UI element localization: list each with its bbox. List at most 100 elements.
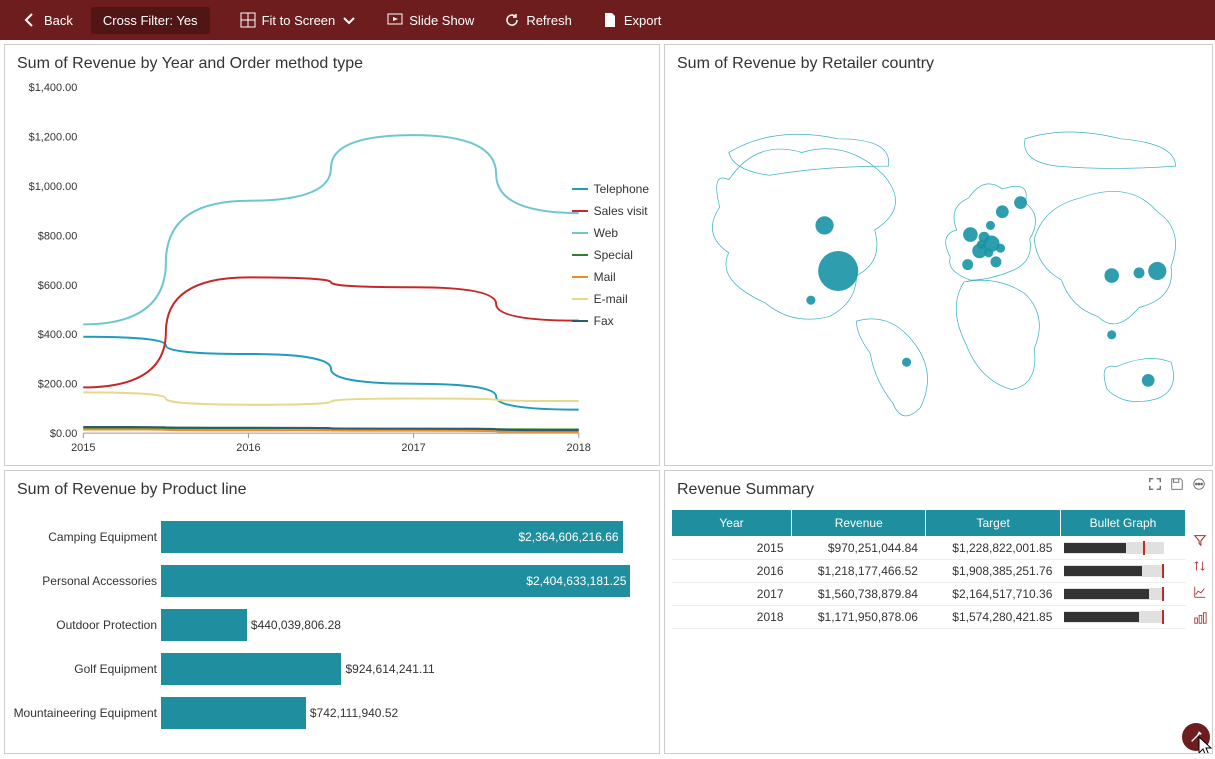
table-row[interactable]: 2016 $1,218,177,466.52 $1,908,385,251.76 [672, 560, 1186, 583]
cell-revenue: $970,251,044.84 [792, 537, 926, 560]
fit-screen-icon [240, 12, 256, 28]
more-icon[interactable] [1192, 477, 1206, 491]
panel-revenue-summary: Revenue Summary YearRevenueTargetBullet … [664, 470, 1213, 754]
chevron-left-icon [22, 12, 38, 28]
svg-text:2018: 2018 [567, 442, 591, 454]
export-button[interactable]: Export [590, 6, 674, 34]
legend-item[interactable]: Sales visit [572, 204, 649, 218]
map-bubble[interactable]: Switzerland [984, 248, 993, 257]
legend-item[interactable]: Telephone [572, 182, 649, 196]
svg-text:$1,000.00: $1,000.00 [29, 181, 78, 193]
filter-icon[interactable] [1193, 533, 1207, 547]
map-bubble[interactable]: Austria [996, 244, 1005, 253]
bar-row[interactable]: Golf Equipment $924,614,241.11 [5, 647, 649, 691]
panel-revenue-by-product-line: Sum of Revenue by Product line Camping E… [4, 470, 660, 754]
map-bubble[interactable]: China [1104, 268, 1119, 283]
map-bubble[interactable]: Japan [1148, 262, 1166, 280]
cell-bullet [1060, 583, 1185, 606]
cell-bullet [1060, 606, 1185, 629]
bar-category-label: Camping Equipment [5, 530, 161, 544]
slideshow-label: Slide Show [409, 13, 474, 28]
legend-label: Sales visit [594, 204, 648, 218]
bar-value-label: $2,364,606,216.66 [518, 530, 618, 544]
bar-row[interactable]: Outdoor Protection $440,039,806.28 [5, 603, 649, 647]
save-icon[interactable] [1170, 477, 1184, 491]
legend-item[interactable]: Mail [572, 270, 649, 284]
chart-bar-icon[interactable] [1193, 611, 1207, 625]
refresh-icon [504, 12, 520, 28]
dashboard-grid: Sum of Revenue by Year and Order method … [0, 40, 1215, 758]
panel-fab-button[interactable] [1182, 723, 1210, 751]
line-chart: $0.00$200.00$400.00$600.00$800.00$1,000.… [5, 77, 659, 465]
bar-chart-body[interactable]: Camping Equipment $2,364,606,216.66 Pers… [5, 503, 659, 753]
map-bubble[interactable]: Singapore [1107, 330, 1116, 339]
sort-icon[interactable] [1193, 559, 1207, 573]
map-bubble[interactable]: Canada [815, 216, 833, 234]
slide-show-button[interactable]: Slide Show [375, 6, 486, 34]
bar-value-label: $440,039,806.28 [251, 618, 341, 632]
map-bubble[interactable]: Italy [990, 256, 1001, 267]
table-header[interactable]: Target [926, 510, 1060, 537]
svg-text:2016: 2016 [236, 442, 260, 454]
panel-revenue-by-year-method: Sum of Revenue by Year and Order method … [4, 44, 660, 466]
fit-screen-label: Fit to Screen [262, 13, 336, 28]
map-bubble[interactable]: Finland [1014, 196, 1027, 209]
map-bubble[interactable]: United Kingdom [963, 227, 978, 242]
fit-to-screen-button[interactable]: Fit to Screen [228, 6, 370, 34]
legend-label: Special [594, 248, 633, 262]
table-header[interactable]: Bullet Graph [1060, 510, 1185, 537]
svg-text:2017: 2017 [401, 442, 425, 454]
bar-category-label: Personal Accessories [5, 574, 161, 588]
chart-line-icon[interactable] [1193, 585, 1207, 599]
table-body: YearRevenueTargetBullet Graph 2015 $970,… [665, 503, 1212, 753]
legend-item[interactable]: Special [572, 248, 649, 262]
bar-row[interactable]: Mountaineering Equipment $742,111,940.52 [5, 691, 649, 735]
maximize-icon[interactable] [1148, 477, 1162, 491]
map-bubble[interactable]: Belgium [977, 240, 986, 249]
table-header[interactable]: Revenue [792, 510, 926, 537]
map-bubble[interactable]: Australia [1142, 374, 1155, 387]
cell-year: 2016 [672, 560, 792, 583]
legend-label: E-mail [594, 292, 628, 306]
map-body[interactable]: United States Canada Mexico Brazil United Ki… [665, 77, 1212, 465]
back-button[interactable]: Back [10, 6, 85, 34]
table-row[interactable]: 2017 $1,560,738,879.84 $2,164,517,710.36 [672, 583, 1186, 606]
map-bubble[interactable]: Mexico [806, 296, 815, 305]
map-bubble[interactable]: Korea [1134, 267, 1145, 278]
table-header[interactable]: Year [672, 510, 792, 537]
refresh-button[interactable]: Refresh [492, 6, 584, 34]
map-bubble[interactable]: United States [818, 251, 858, 291]
bar-row[interactable]: Camping Equipment $2,364,606,216.66 [5, 515, 649, 559]
bar-category-label: Outdoor Protection [5, 618, 161, 632]
cell-bullet [1060, 537, 1185, 560]
cell-bullet [1060, 560, 1185, 583]
cell-year: 2017 [672, 583, 792, 606]
table-row[interactable]: 2015 $970,251,044.84 $1,228,822,001.85 [672, 537, 1186, 560]
cell-revenue: $1,560,738,879.84 [792, 583, 926, 606]
svg-text:$800.00: $800.00 [38, 230, 78, 242]
legend-label: Web [594, 226, 618, 240]
legend-item[interactable]: Fax [572, 314, 649, 328]
bar-row[interactable]: Personal Accessories $2,404,633,181.25 [5, 559, 649, 603]
line-chart-body[interactable]: $0.00$200.00$400.00$600.00$800.00$1,000.… [5, 77, 659, 465]
panel-title: Revenue Summary [665, 471, 1212, 503]
panel-title: Sum of Revenue by Product line [5, 471, 659, 503]
panel-title: Sum of Revenue by Year and Order method … [5, 45, 659, 77]
bar-category-label: Golf Equipment [5, 662, 161, 676]
cross-filter-button[interactable]: Cross Filter: Yes [91, 7, 210, 34]
revenue-summary-table[interactable]: YearRevenueTargetBullet Graph 2015 $970,… [671, 509, 1186, 629]
legend-item[interactable]: E-mail [572, 292, 649, 306]
map-bubble[interactable]: Spain [962, 259, 973, 270]
map-bubble[interactable]: Brazil [902, 358, 911, 367]
svg-text:$0.00: $0.00 [50, 428, 77, 440]
map-bubble[interactable]: Denmark [986, 221, 995, 230]
bar-value-label: $2,404,633,181.25 [526, 574, 626, 588]
legend-label: Fax [594, 314, 614, 328]
map-bubble[interactable]: Sweden [996, 205, 1009, 218]
panel-side-actions [1190, 533, 1210, 625]
table-row[interactable]: 2018 $1,171,950,878.06 $1,574,280,421.85 [672, 606, 1186, 629]
svg-text:$200.00: $200.00 [38, 379, 78, 391]
line-chart-legend: Telephone Sales visit Web Special Mail E-mail… [572, 182, 649, 336]
cell-revenue: $1,171,950,878.06 [792, 606, 926, 629]
legend-item[interactable]: Web [572, 226, 649, 240]
